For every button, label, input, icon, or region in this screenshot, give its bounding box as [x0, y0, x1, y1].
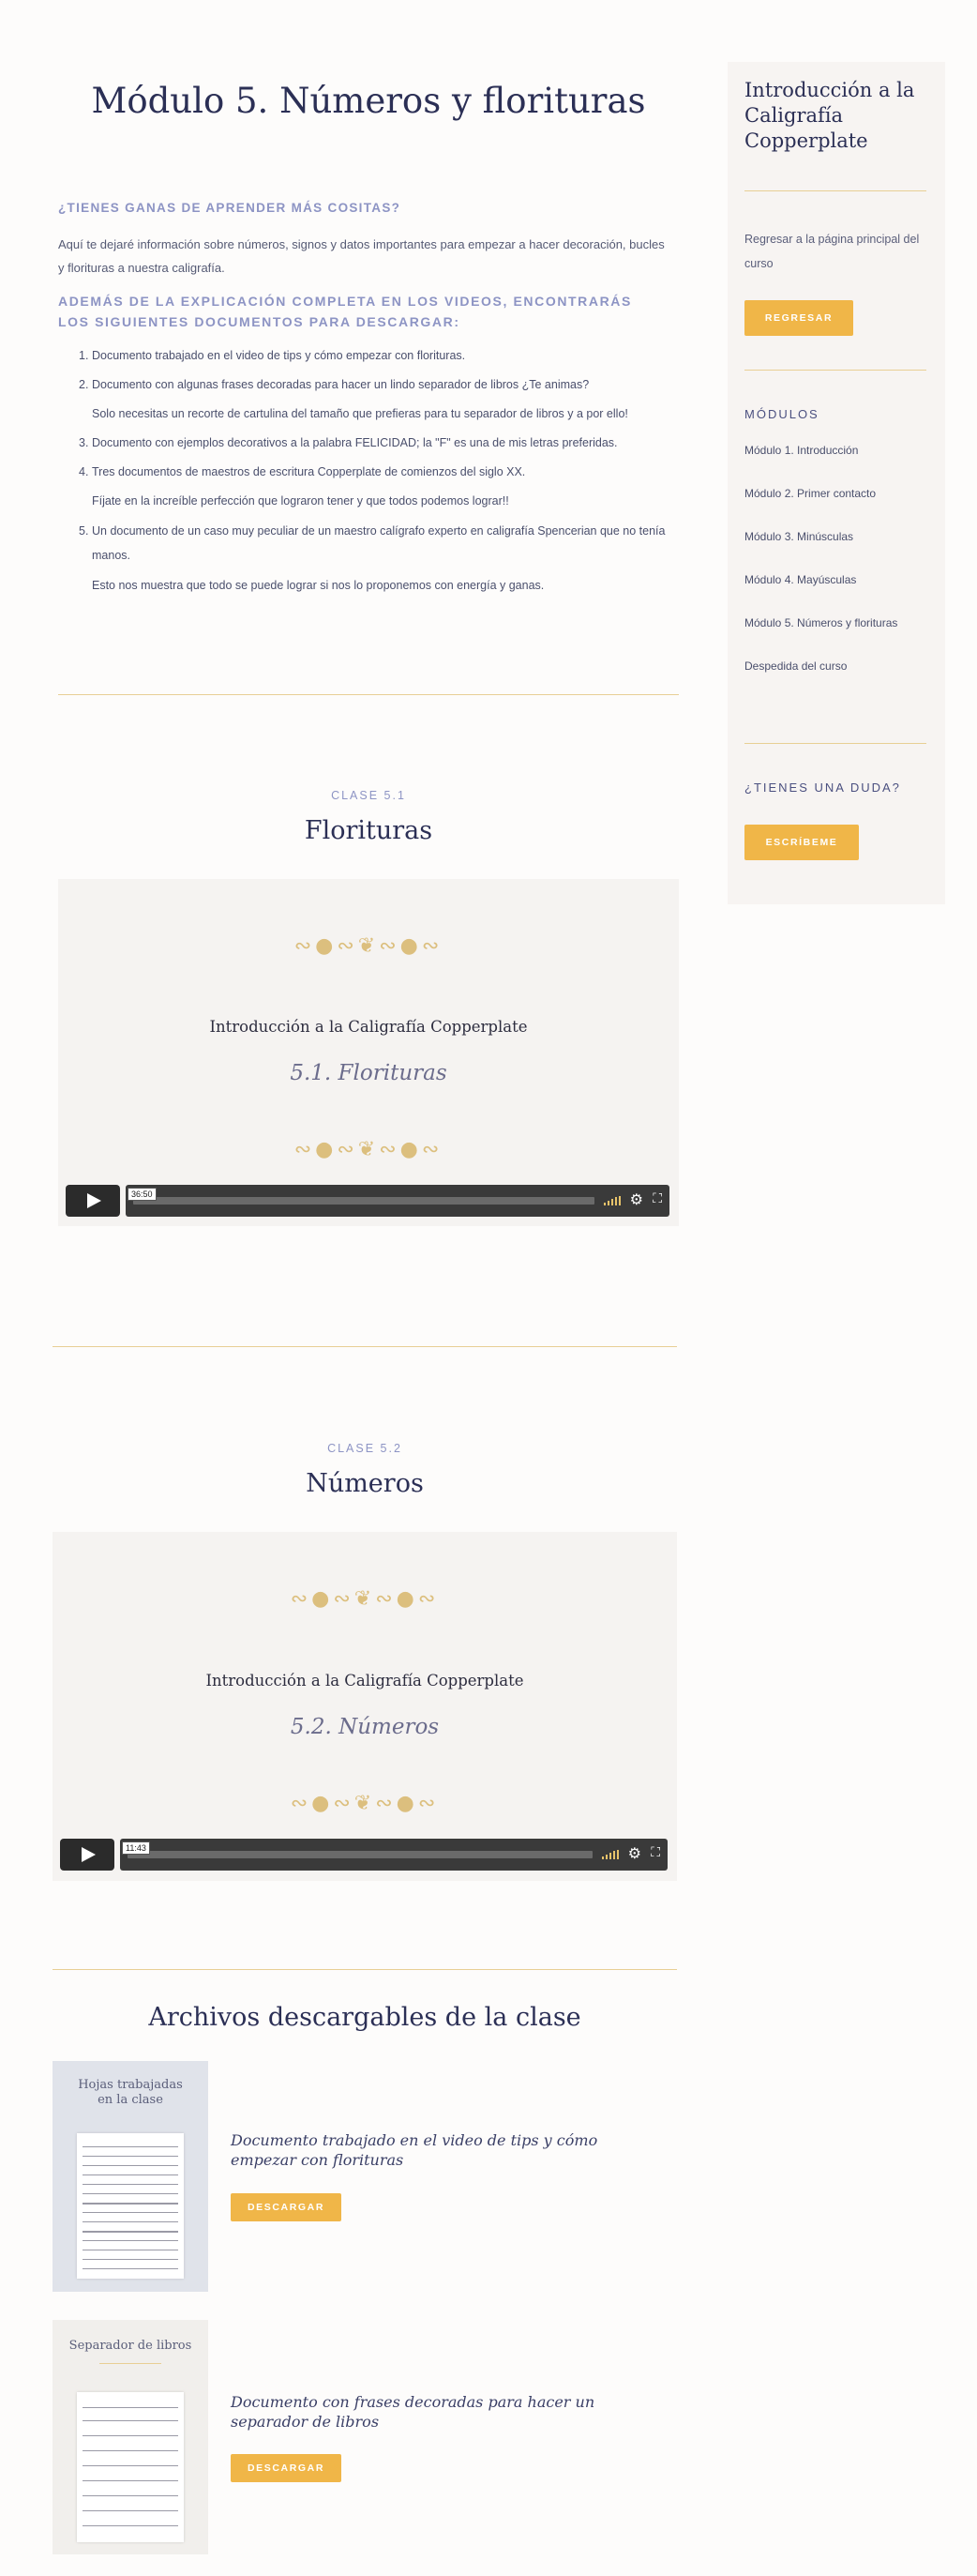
file-description: Documento con frases decoradas para hace…	[231, 2393, 595, 2431]
file-thumbnail[interactable]: Hojas trabajadas en la clase	[53, 2061, 208, 2292]
flourish-ornament: ∾●∾❦∾●∾	[290, 1587, 440, 1611]
thumbnail-label: Separador de libros	[68, 2339, 192, 2353]
sidebar-item-module-4[interactable]: Módulo 4. Mayúsculas	[744, 570, 897, 614]
sidebar-item-module-1[interactable]: Módulo 1. Introducción	[744, 441, 897, 484]
progress-bar[interactable]: 11:43 ⚙ ⛶	[120, 1839, 668, 1871]
list-item: 5. Un documento de un caso muy peculiar d…	[79, 524, 666, 592]
video-course-title: Introducción a la Caligrafía Copperplate	[205, 1672, 524, 1690]
video-course-title: Introducción a la Caligrafía Copperplate	[209, 1018, 528, 1036]
file-description: Documento trabajado en el video de tips …	[231, 2131, 598, 2169]
class-label: CLASE 5.1	[331, 789, 406, 802]
divider	[744, 370, 926, 371]
question-heading: ¿TIENES UNA DUDA?	[744, 780, 901, 795]
video-duration: 11:43	[122, 1841, 150, 1855]
class-label: CLASE 5.2	[327, 1442, 402, 1455]
download-heading: ADEMÁS DE LA EXPLICACIÓN COMPLETA EN LOS…	[58, 294, 632, 329]
video-player[interactable]: ∾●∾❦∾●∾ Introducción a la Caligrafía Cop…	[53, 1532, 677, 1881]
back-button[interactable]: REGRESAR	[744, 300, 853, 336]
list-item: 1. Documento trabajado en el video de tip…	[79, 349, 466, 362]
download-button[interactable]: DESCARGAR	[231, 2454, 341, 2482]
divider	[744, 743, 926, 744]
modules-nav: Módulo 1. Introducción Módulo 2. Primer …	[744, 441, 897, 700]
divider	[58, 694, 679, 695]
documents-list: 1. Documento trabajado en el video de tip…	[58, 341, 686, 598]
intro-text: Aquí te dejaré información sobre números…	[58, 237, 665, 275]
course-title: Introducción a la Caligrafía Copperplate	[744, 79, 915, 152]
modules-heading: MÓDULOS	[744, 407, 819, 421]
download-button[interactable]: DESCARGAR	[231, 2193, 341, 2221]
volume-icon[interactable]	[602, 1850, 619, 1859]
intro-question: ¿TIENES GANAS DE APRENDER MÁS COSITAS?	[58, 201, 401, 215]
sidebar-item-module-2[interactable]: Módulo 2. Primer contacto	[744, 484, 897, 527]
progress-track[interactable]: 11:43	[122, 1841, 593, 1858]
divider	[744, 190, 926, 191]
divider	[53, 1346, 677, 1347]
flourish-ornament: ∾●∾❦∾●∾	[293, 934, 443, 958]
flourish-ornament: ∾●∾❦∾●∾	[293, 1138, 443, 1161]
class-title: Números	[306, 1469, 424, 1498]
flourish-ornament: ∾●∾❦∾●∾	[290, 1792, 440, 1815]
file-thumbnail[interactable]: Separador de libros	[53, 2320, 208, 2554]
play-button[interactable]	[60, 1839, 114, 1871]
fullscreen-icon[interactable]: ⛶	[651, 1844, 660, 1860]
class-title: Florituras	[304, 816, 433, 845]
document-preview	[77, 2392, 184, 2542]
video-subtitle: 5.2. Números	[290, 1715, 440, 1739]
page-title: Módulo 5. Números y florituras	[91, 81, 646, 121]
gear-icon[interactable]: ⚙	[628, 1844, 641, 1863]
divider	[53, 1969, 677, 1970]
play-button[interactable]	[66, 1185, 120, 1217]
fullscreen-icon[interactable]: ⛶	[653, 1190, 662, 1206]
progress-bar[interactable]: 36:50 ⚙ ⛶	[126, 1185, 669, 1217]
files-title: Archivos descargables de la clase	[148, 2003, 581, 2032]
document-preview	[77, 2133, 184, 2279]
back-text: Regresar a la página principal del curso	[744, 233, 920, 270]
video-controls: 36:50 ⚙ ⛶	[66, 1185, 669, 1217]
contact-button[interactable]: ESCRÍBEME	[744, 825, 859, 860]
volume-icon[interactable]	[604, 1196, 621, 1205]
video-subtitle: 5.1. Florituras	[290, 1061, 447, 1085]
progress-track[interactable]: 36:50	[128, 1188, 594, 1205]
sidebar-item-farewell[interactable]: Despedida del curso	[744, 657, 897, 700]
sidebar: Introducción a la Caligrafía Copperplate…	[728, 62, 945, 904]
list-item: 3. Documento con ejemplos decorativos a l…	[79, 436, 618, 449]
thumbnail-label: Hojas trabajadas en la clase	[78, 2078, 183, 2107]
video-player[interactable]: ∾●∾❦∾●∾ Introducción a la Caligrafía Cop…	[58, 879, 679, 1226]
video-controls: 11:43 ⚙ ⛶	[60, 1839, 668, 1871]
sidebar-item-module-3[interactable]: Módulo 3. Minúsculas	[744, 527, 897, 570]
list-item: 2. Documento con algunas frases decoradas…	[79, 378, 628, 420]
sidebar-item-module-5[interactable]: Módulo 5. Números y florituras	[744, 614, 897, 657]
gear-icon[interactable]: ⚙	[630, 1190, 643, 1209]
list-item: 4. Tres documentos de maestros de escritu…	[79, 465, 526, 508]
divider	[99, 2363, 161, 2364]
video-duration: 36:50	[128, 1188, 157, 1201]
